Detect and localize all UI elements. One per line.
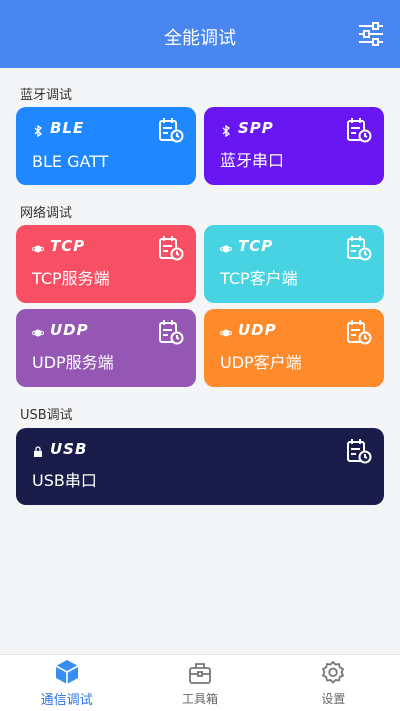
lock-icon — [32, 443, 44, 457]
calendar-clock-icon — [346, 438, 372, 464]
planet-icon — [219, 240, 233, 253]
calendar-clock-icon — [158, 235, 184, 261]
tab-label: 工具箱 — [181, 691, 218, 706]
card-badge-text: TCP — [238, 237, 274, 255]
section-label-usb: USB调试 — [20, 408, 73, 423]
bottom-tab-bar: 通信调试 工具箱 设置 — [0, 654, 400, 711]
card-badge-text: USB — [50, 440, 88, 458]
card-badge-text: SPP — [238, 119, 274, 137]
card-badge: TCP — [219, 237, 274, 255]
card-name: UDP服务端 — [32, 353, 114, 372]
card-badge: BLE — [32, 119, 85, 138]
bluetooth-icon — [32, 122, 44, 138]
bluetooth-icon — [220, 122, 232, 138]
planet-icon — [31, 240, 45, 253]
card-badge: USB — [32, 440, 87, 458]
tab-toolbox[interactable]: 工具箱 — [133, 655, 266, 711]
calendar-clock-icon — [346, 117, 372, 143]
card-tcp-server[interactable]: TCP TCP服务端 — [16, 225, 196, 303]
card-udp-client[interactable]: UDP UDP客户端 — [204, 309, 384, 387]
card-badge: UDP — [31, 321, 89, 339]
tab-comm-debug[interactable]: 通信调试 — [0, 655, 133, 711]
card-name: UDP客户端 — [220, 353, 302, 372]
calendar-clock-icon — [158, 319, 184, 345]
card-badge-text: BLE — [50, 119, 85, 137]
sliders-icon[interactable] — [358, 22, 384, 46]
section-label-bluetooth: 蓝牙调试 — [20, 88, 73, 103]
calendar-clock-icon — [346, 235, 372, 261]
card-tcp-client[interactable]: TCP TCP客户端 — [204, 225, 384, 303]
card-udp-server[interactable]: UDP UDP服务端 — [16, 309, 196, 387]
tab-label: 通信调试 — [40, 692, 93, 708]
card-badge: SPP — [220, 119, 274, 138]
card-badge-text: TCP — [50, 237, 86, 255]
card-name: 蓝牙串口 — [220, 151, 285, 170]
section-label-network: 网络调试 — [20, 206, 73, 221]
tab-settings[interactable]: 设置 — [267, 655, 400, 711]
cube-icon — [54, 659, 80, 685]
app-header: 全能调试 — [0, 0, 400, 68]
card-name: TCP客户端 — [220, 269, 298, 288]
card-usb[interactable]: USB USB串口 — [16, 428, 384, 505]
card-ble[interactable]: BLE BLE GATT — [16, 107, 196, 185]
card-name: BLE GATT — [32, 152, 109, 171]
planet-icon — [31, 324, 45, 337]
page-title: 全能调试 — [164, 28, 236, 49]
card-badge-text: UDP — [238, 321, 277, 339]
card-badge: TCP — [31, 237, 86, 255]
gear-icon — [320, 660, 346, 686]
calendar-clock-icon — [158, 117, 184, 143]
card-badge-text: UDP — [50, 321, 89, 339]
planet-icon — [219, 324, 233, 337]
card-spp[interactable]: SPP 蓝牙串口 — [204, 107, 384, 185]
card-badge: UDP — [219, 321, 277, 339]
card-name: USB串口 — [32, 471, 97, 490]
tab-label: 设置 — [321, 691, 346, 706]
calendar-clock-icon — [346, 319, 372, 345]
card-name: TCP服务端 — [32, 269, 110, 288]
toolbox-icon — [187, 660, 213, 686]
